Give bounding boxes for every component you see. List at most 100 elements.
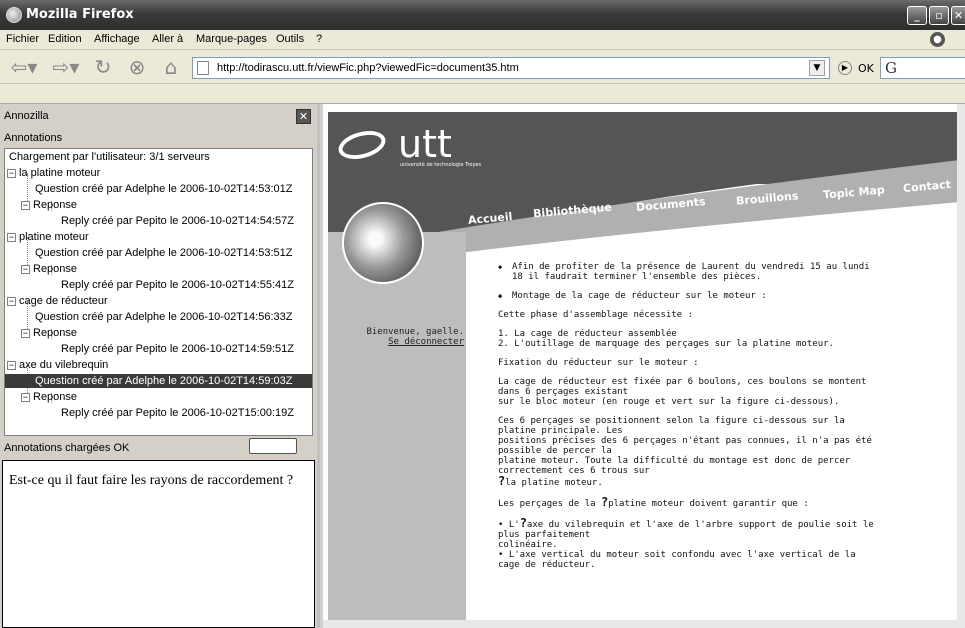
menu-edition[interactable]: Edition	[48, 33, 82, 45]
tree-node-reply[interactable]: Reply créé par Pepito le 2006-10-02T15:0…	[61, 406, 294, 420]
text-line: axe du vilebrequin et l'axe de l'arbre s…	[498, 520, 874, 540]
home-icon[interactable]: ⌂	[158, 55, 184, 79]
bookmarks-toolbar	[0, 84, 965, 104]
article-body: Afin de profiter de la présence de Laure…	[498, 262, 878, 579]
bullet-item: Afin de profiter de la présence de Laure…	[498, 262, 878, 282]
collapse-icon[interactable]: −	[7, 232, 16, 242]
collapse-icon[interactable]: −	[21, 328, 30, 338]
collapse-icon[interactable]: −	[7, 360, 16, 370]
status-field	[249, 438, 297, 454]
tree-node-reponse[interactable]: − Reponse	[21, 262, 77, 276]
tree-node-label: Reponse	[33, 391, 78, 403]
collapse-icon[interactable]: −	[21, 264, 30, 274]
menu-bar: Fichier Edition Affichage Aller à Marque…	[0, 30, 965, 50]
menu-help[interactable]: ?	[316, 33, 322, 45]
bullet-item: Montage de la cage de réducteur sur le m…	[498, 291, 878, 301]
page-icon	[197, 61, 209, 75]
window-title: Mozilla Firefox	[26, 7, 134, 22]
tree-node-label: Reponse	[33, 199, 78, 211]
tree-node-question[interactable]: Question créé par Adelphe le 2006-10-02T…	[35, 246, 292, 260]
tree-node-question[interactable]: Question créé par Adelphe le 2006-10-02T…	[35, 182, 292, 196]
welcome-box: Bienvenue, gaelle. Se déconnecter	[348, 327, 464, 347]
tree-node-label: Reply créé par Pepito le 2006-10-02T15:0…	[61, 407, 294, 419]
minimize-button[interactable]: _	[907, 6, 927, 25]
firefox-icon	[6, 7, 22, 23]
tree-node-topic[interactable]: − platine moteur	[7, 230, 89, 244]
paragraph: 1. La cage de réducteur assemblée 2. L'ou…	[498, 329, 878, 349]
collapse-icon[interactable]: −	[21, 200, 30, 210]
reload-icon[interactable]: ↻	[90, 55, 116, 79]
text-line: colinéaire.	[498, 540, 558, 550]
collapse-icon[interactable]: −	[7, 296, 16, 306]
annotations-heading: Annotations	[4, 132, 63, 144]
text-line: positions précises des 6 perçages n'étan…	[498, 436, 872, 456]
annotation-body[interactable]: Est-ce qu il faut faire les rayons de ra…	[2, 460, 315, 628]
horizontal-scrollbar[interactable]	[323, 620, 965, 628]
text-line: • L'axe vertical du moteur soit confondu…	[498, 550, 856, 570]
text-line: sur le bloc moteur (en rouge et vert sur…	[498, 397, 840, 407]
menu-affichage[interactable]: Affichage	[94, 33, 140, 45]
page-viewport[interactable]: utt université de technologie Troyes Acc…	[323, 104, 960, 620]
activity-throbber-icon: ●	[930, 32, 945, 47]
paragraph: • L'?axe du vilebrequin et l'axe de l'ar…	[498, 516, 878, 570]
title-bar: Mozilla Firefox _ ▫ ✕	[0, 0, 965, 30]
tree-node-topic[interactable]: − cage de réducteur	[7, 294, 108, 308]
text-line: platine moteur. Toute la difficulté du m…	[498, 456, 851, 476]
annotation-marker[interactable]: ?	[520, 516, 527, 530]
paragraph: La cage de réducteur est fixée par 6 bou…	[498, 377, 878, 407]
text-line: Ces 6 perçages se positionnent selon la …	[498, 416, 845, 436]
tree-node-label: Question créé par Adelphe le 2006-10-02T…	[35, 247, 293, 259]
tree-node-reponse[interactable]: − Reponse	[21, 390, 77, 404]
menu-marque-pages[interactable]: Marque-pages	[196, 33, 267, 45]
annotation-text: Est-ce qu il faut faire les rayons de ra…	[9, 473, 294, 488]
vertical-scrollbar[interactable]	[957, 104, 965, 620]
go-icon[interactable]: ▶	[838, 61, 852, 75]
tree-node-topic[interactable]: − axe du vilebrequin	[7, 358, 108, 372]
tree-node-question[interactable]: Question créé par Adelphe le 2006-10-02T…	[35, 310, 292, 324]
go-button-label[interactable]: OK	[858, 62, 874, 75]
tree-loading-status: Chargement par l'utilisateur: 3/1 serveu…	[9, 151, 210, 163]
tree-node-topic[interactable]: − la platine moteur	[7, 166, 100, 180]
paragraph: Ces 6 perçages se positionnent selon la …	[498, 416, 878, 488]
tree-node-label: Reply créé par Pepito le 2006-10-02T14:5…	[61, 215, 294, 227]
menu-fichier[interactable]: Fichier	[6, 33, 39, 45]
left-column	[328, 232, 466, 620]
menu-outils[interactable]: Outils	[276, 33, 304, 45]
close-button[interactable]: ✕	[951, 6, 965, 25]
tree-node-label: Reply créé par Pepito le 2006-10-02T14:5…	[61, 343, 294, 355]
chevron-down-icon[interactable]: ▼	[809, 60, 825, 76]
search-input[interactable]: G	[880, 57, 965, 79]
tree-node-label: platine moteur	[19, 231, 89, 243]
logout-link[interactable]: Se déconnecter	[348, 337, 464, 347]
navigation-toolbar: ⇦▾ ⇨▾ ↻ ⊗ ⌂ http://todirascu.utt.fr/view…	[0, 50, 965, 84]
collapse-icon[interactable]: −	[21, 392, 30, 402]
collapse-icon[interactable]: −	[7, 168, 16, 178]
close-icon[interactable]: ✕	[296, 109, 311, 124]
header-photo	[342, 202, 424, 284]
tree-node-reply[interactable]: Reply créé par Pepito le 2006-10-02T14:5…	[61, 214, 294, 228]
tree-node-reponse[interactable]: − Reponse	[21, 326, 77, 340]
load-status: Annotations chargées OK	[4, 442, 130, 454]
tree-node-label: Reponse	[33, 327, 78, 339]
maximize-button[interactable]: ▫	[929, 6, 949, 25]
address-url[interactable]: http://todirascu.utt.fr/viewFic.php?view…	[217, 62, 519, 74]
text-line: platine moteur doivent garantir que :	[608, 499, 809, 509]
browser-window: Mozilla Firefox _ ▫ ✕ Fichier Edition Af…	[0, 0, 965, 628]
forward-arrow-icon[interactable]: ⇨▾	[48, 55, 84, 79]
stop-icon[interactable]: ⊗	[124, 55, 150, 79]
tree-node-reply[interactable]: Reply créé par Pepito le 2006-10-02T14:5…	[61, 278, 294, 292]
tree-node-reply[interactable]: Reply créé par Pepito le 2006-10-02T14:5…	[61, 342, 294, 356]
address-bar[interactable]: http://todirascu.utt.fr/viewFic.php?view…	[192, 57, 830, 79]
tree-node-reponse[interactable]: − Reponse	[21, 198, 77, 212]
web-page: utt université de technologie Troyes Acc…	[328, 112, 960, 620]
tree-node-label: Reply créé par Pepito le 2006-10-02T14:5…	[61, 279, 294, 291]
back-arrow-icon[interactable]: ⇦▾	[6, 55, 42, 79]
tree-node-label: Question créé par Adelphe le 2006-10-02T…	[35, 183, 293, 195]
paragraph: Cette phase d'assemblage nécessite :	[498, 310, 694, 320]
tree-node-label: la platine moteur	[19, 167, 101, 179]
list-line: 1. La cage de réducteur assemblée	[498, 329, 677, 339]
menu-aller[interactable]: Aller à	[152, 33, 183, 45]
annotation-tree[interactable]: Chargement par l'utilisateur: 3/1 serveu…	[4, 148, 313, 436]
tree-node-question-selected[interactable]: Question créé par Adelphe le 2006-10-02T…	[5, 374, 312, 388]
list-line: 2. L'outillage de marquage des perçages …	[498, 339, 834, 349]
